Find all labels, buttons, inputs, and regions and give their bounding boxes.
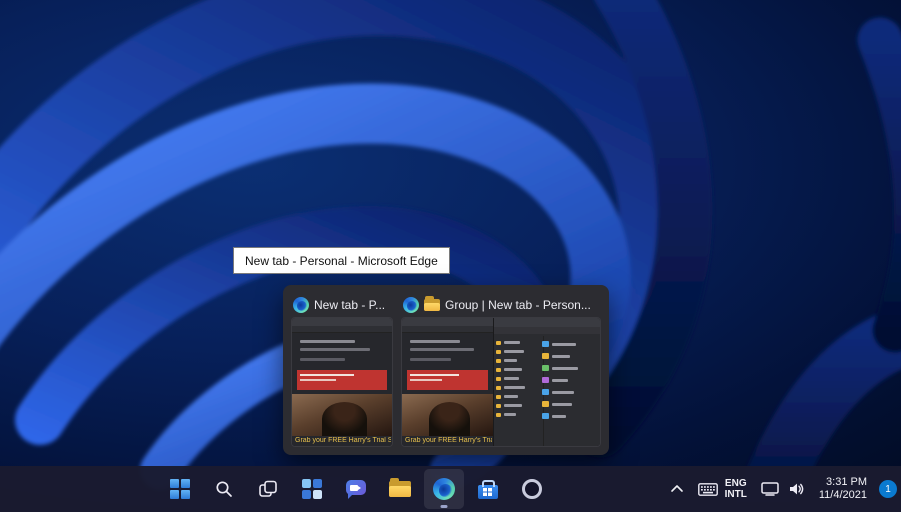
file-explorer-thumbnail [493, 318, 600, 446]
task-view-button[interactable] [248, 469, 288, 509]
search-icon [216, 481, 232, 497]
webpage-thumbnail: Grab your FREE Harry's Trial S [402, 318, 494, 446]
volume-icon [789, 483, 804, 495]
webpage-thumbnail: Grab your FREE Harry's Trial S [292, 318, 392, 446]
explorer-file-list [539, 336, 600, 446]
store-icon [478, 480, 498, 499]
system-tray: ENG INTL 3:31 PM 11/4/2021 1 [663, 466, 897, 512]
tooltip-text: New tab - Personal - Microsoft Edge [245, 253, 438, 268]
taskbar: ENG INTL 3:31 PM 11/4/2021 1 [0, 466, 901, 512]
language-region: INTL [724, 489, 747, 500]
edge-icon [293, 297, 309, 313]
language-indicator: ENG INTL [725, 478, 747, 500]
preview-title: New tab - P... [314, 298, 386, 312]
notification-badge[interactable]: 1 [879, 480, 897, 498]
language-button[interactable]: ENG INTL [691, 471, 754, 507]
tray-time: 3:31 PM [826, 476, 867, 488]
preview-header: Group | New tab - Person... [401, 293, 601, 317]
chevron-up-icon [670, 485, 683, 492]
start-button[interactable] [160, 469, 200, 509]
page-caption: Grab your FREE Harry's Trial S [295, 437, 391, 444]
edge-button[interactable] [424, 469, 464, 509]
running-app-indicator [440, 505, 448, 508]
task-view-icon [259, 480, 277, 497]
chat-button[interactable] [336, 469, 376, 509]
page-caption: Grab your FREE Harry's Trial S [405, 437, 492, 444]
widgets-button[interactable] [292, 469, 332, 509]
search-button[interactable] [204, 469, 244, 509]
preview-title: Group | New tab - Person... [445, 298, 591, 312]
news-banner [407, 370, 489, 390]
taskbar-app-group [160, 469, 552, 509]
tray-date: 11/4/2021 [818, 489, 867, 501]
ring-app-icon [522, 479, 542, 499]
network-icon [761, 482, 779, 496]
language-code: ENG [724, 478, 747, 489]
edge-icon [403, 297, 419, 313]
photo-thumbnail [292, 394, 392, 437]
chat-icon [345, 479, 367, 499]
file-explorer-icon [389, 478, 411, 497]
edge-icon [433, 478, 455, 500]
folder-icon [424, 296, 440, 311]
desktop: { "tooltip": { "text": "New tab - Person… [0, 0, 901, 512]
store-button[interactable] [468, 469, 508, 509]
file-explorer-button[interactable] [380, 469, 420, 509]
taskbar-tooltip: New tab - Personal - Microsoft Edge [233, 247, 450, 274]
preview-header: New tab - P... [291, 293, 393, 317]
quick-settings-button[interactable] [754, 471, 812, 507]
taskbar-preview-popup: New tab - P... Grab your FREE Harry's Tr… [283, 285, 609, 455]
window-preview-card-group[interactable]: Group | New tab - Person... Grab your FR… [401, 293, 601, 447]
news-banner [297, 370, 387, 390]
start-icon [170, 479, 190, 499]
group-thumbnail[interactable]: Grab your FREE Harry's Trial S [401, 317, 601, 447]
window-preview-card[interactable]: New tab - P... Grab your FREE Harry's Tr… [291, 293, 393, 447]
photo-thumbnail [402, 394, 494, 437]
clock: 3:31 PM 11/4/2021 [819, 476, 867, 502]
tray-overflow-button[interactable] [663, 471, 691, 507]
keyboard-icon [697, 482, 718, 496]
clock-button[interactable]: 3:31 PM 11/4/2021 [812, 471, 874, 507]
widgets-icon [302, 479, 322, 499]
ring-app-button[interactable] [512, 469, 552, 509]
window-thumbnail[interactable]: Grab your FREE Harry's Trial S [291, 317, 393, 447]
explorer-nav-pane [494, 336, 544, 446]
